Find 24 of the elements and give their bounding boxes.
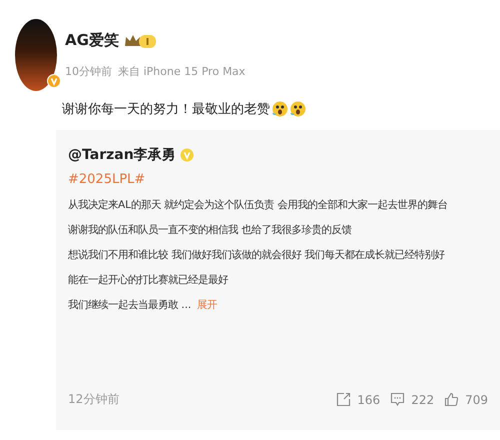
repost-text-line: 能在一起开心的打比赛就已经是最好 [68, 273, 228, 287]
scared-face-icon [272, 101, 288, 117]
author-name[interactable]: AG爱笑 [65, 31, 119, 50]
verified-badge-icon [180, 148, 194, 162]
post-time: 10分钟前 [65, 64, 112, 79]
expand-link[interactable]: 展开 [197, 298, 218, 312]
share-icon [336, 392, 352, 407]
comment-button[interactable]: 222 [390, 392, 434, 407]
scared-face-icon [290, 101, 306, 117]
thumbs-up-icon [444, 392, 460, 407]
hashtag-link[interactable]: #2025LPL# [68, 172, 146, 187]
share-button[interactable]: 166 [336, 392, 380, 407]
post-text: 谢谢你每一天的努力！最敬业的老赞 [62, 101, 270, 118]
repost-text-line: 想说我们不用和谁比较 我们做好我们该做的就会很好 我们每天都在成长就已经特别好 [68, 248, 445, 262]
reposted-author[interactable]: @Tarzan李承勇 [68, 146, 176, 164]
repost-time: 12分钟前 [68, 391, 120, 408]
repost-text-line: 从我决定来AL的那天 就约定会为这个队伍负责 会用我的全部和大家一起去世界的舞台 [68, 198, 448, 212]
comment-icon [390, 392, 406, 407]
repost-card[interactable]: @Tarzan李承勇 #2025LPL# 从我决定来AL的那天 就约定会为这个队伍负责 会用我的全部和大家一起去世界的舞台 谢谢我的队伍和队员一直不变的相信我 也给了我很多珍贵的反馈 想说我们不用和谁比较 我们做好我们该做的就会很好 我们每天都在成长就已经特别好 能在一起开心的打比赛就已经是最好 我们继续一起去当最勇敢 ... 展开 12分钟前 166 222 709 [56, 130, 500, 430]
post-source: 来自 iPhone 15 Pro Max [118, 64, 246, 79]
verified-badge-icon [47, 74, 61, 88]
repost-text-line: 谢谢我的队伍和队员一直不变的相信我 也给了我很多珍贵的反馈 [68, 223, 352, 237]
like-button[interactable]: 709 [444, 392, 488, 407]
repost-text-line: 我们继续一起去当最勇敢 ... [68, 298, 192, 312]
